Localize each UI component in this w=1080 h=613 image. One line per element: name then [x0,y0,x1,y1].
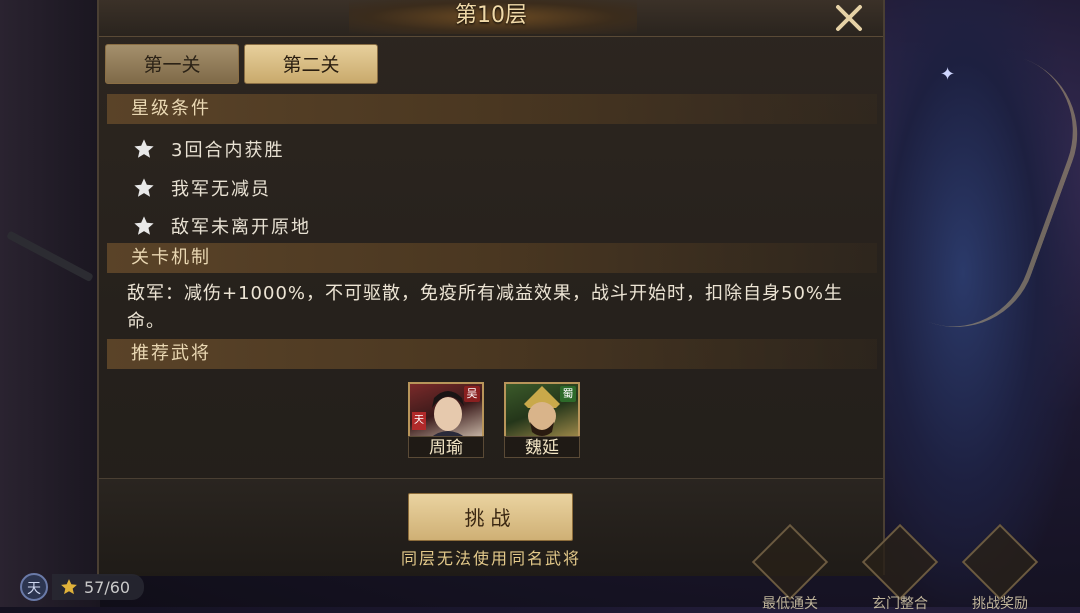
hero-portrait: 蜀 [504,382,580,438]
condition-row: 我军无减员 [133,173,271,203]
title-bar: 第10层 [99,0,883,37]
hero-name: 魏延 [504,436,580,458]
star-progress: 天 57/60 [20,572,145,602]
tian-tag: 天 [412,412,426,430]
faction-badge: 蜀 [560,386,576,402]
challenge-reward-label: 挑战奖励 [972,596,1028,612]
recommended-header: 推荐武将 [107,339,877,369]
tian-badge: 天 [20,573,48,601]
chest-icon [961,523,1039,601]
stage-detail-panel: 第10层 第一关 第二关 星级条件 3回合内获胜 我军无减员 敌军未离开原地 关… [97,0,885,576]
hero-card[interactable]: 吴 天 周瑜 [408,382,484,458]
mechanics-header: 关卡机制 [107,243,877,273]
condition-text: 我军无减员 [171,179,271,200]
tab-stage-2[interactable]: 第二关 [244,44,378,84]
close-button[interactable] [834,3,864,33]
faction-badge: 吴 [464,386,480,402]
sparkle-icon: ✦ [940,64,956,85]
gate-integrate-label: 玄门整合 [872,596,928,612]
scroll-icon [751,523,829,601]
mechanics-text: 敌军：减伤+1000%，不可驱散，免疫所有减益效果，战斗开始时，扣除自身50%生… [127,283,843,332]
hero-card[interactable]: 蜀 魏延 [504,382,580,458]
condition-row: 3回合内获胜 [133,134,284,164]
score-box: 57/60 [52,574,145,600]
hero-portrait: 吴 天 [408,382,484,438]
star-conditions-header: 星级条件 [107,94,877,124]
star-icon [134,216,154,235]
challenge-button[interactable]: 挑战 [408,493,573,541]
gate-integrate-button[interactable]: 玄门整合 [861,523,939,612]
challenge-reward-button[interactable]: 挑战奖励 [961,523,1039,612]
lowest-clear-button[interactable]: 最低通关 [751,523,829,612]
star-icon [61,579,77,595]
condition-text: 3回合内获胜 [171,140,285,161]
star-icon [134,178,154,197]
condition-row: 敌军未离开原地 [133,211,311,241]
star-icon [134,139,154,158]
hero-name: 周瑜 [408,436,484,458]
gate-icon [861,523,939,601]
lowest-clear-label: 最低通关 [762,596,818,612]
star-score: 57/60 [84,577,131,597]
condition-text: 敌军未离开原地 [171,217,311,238]
close-icon [836,5,862,31]
tab-stage-1[interactable]: 第一关 [105,44,239,84]
background-left [0,0,100,607]
panel-title: 第10层 [455,3,527,28]
